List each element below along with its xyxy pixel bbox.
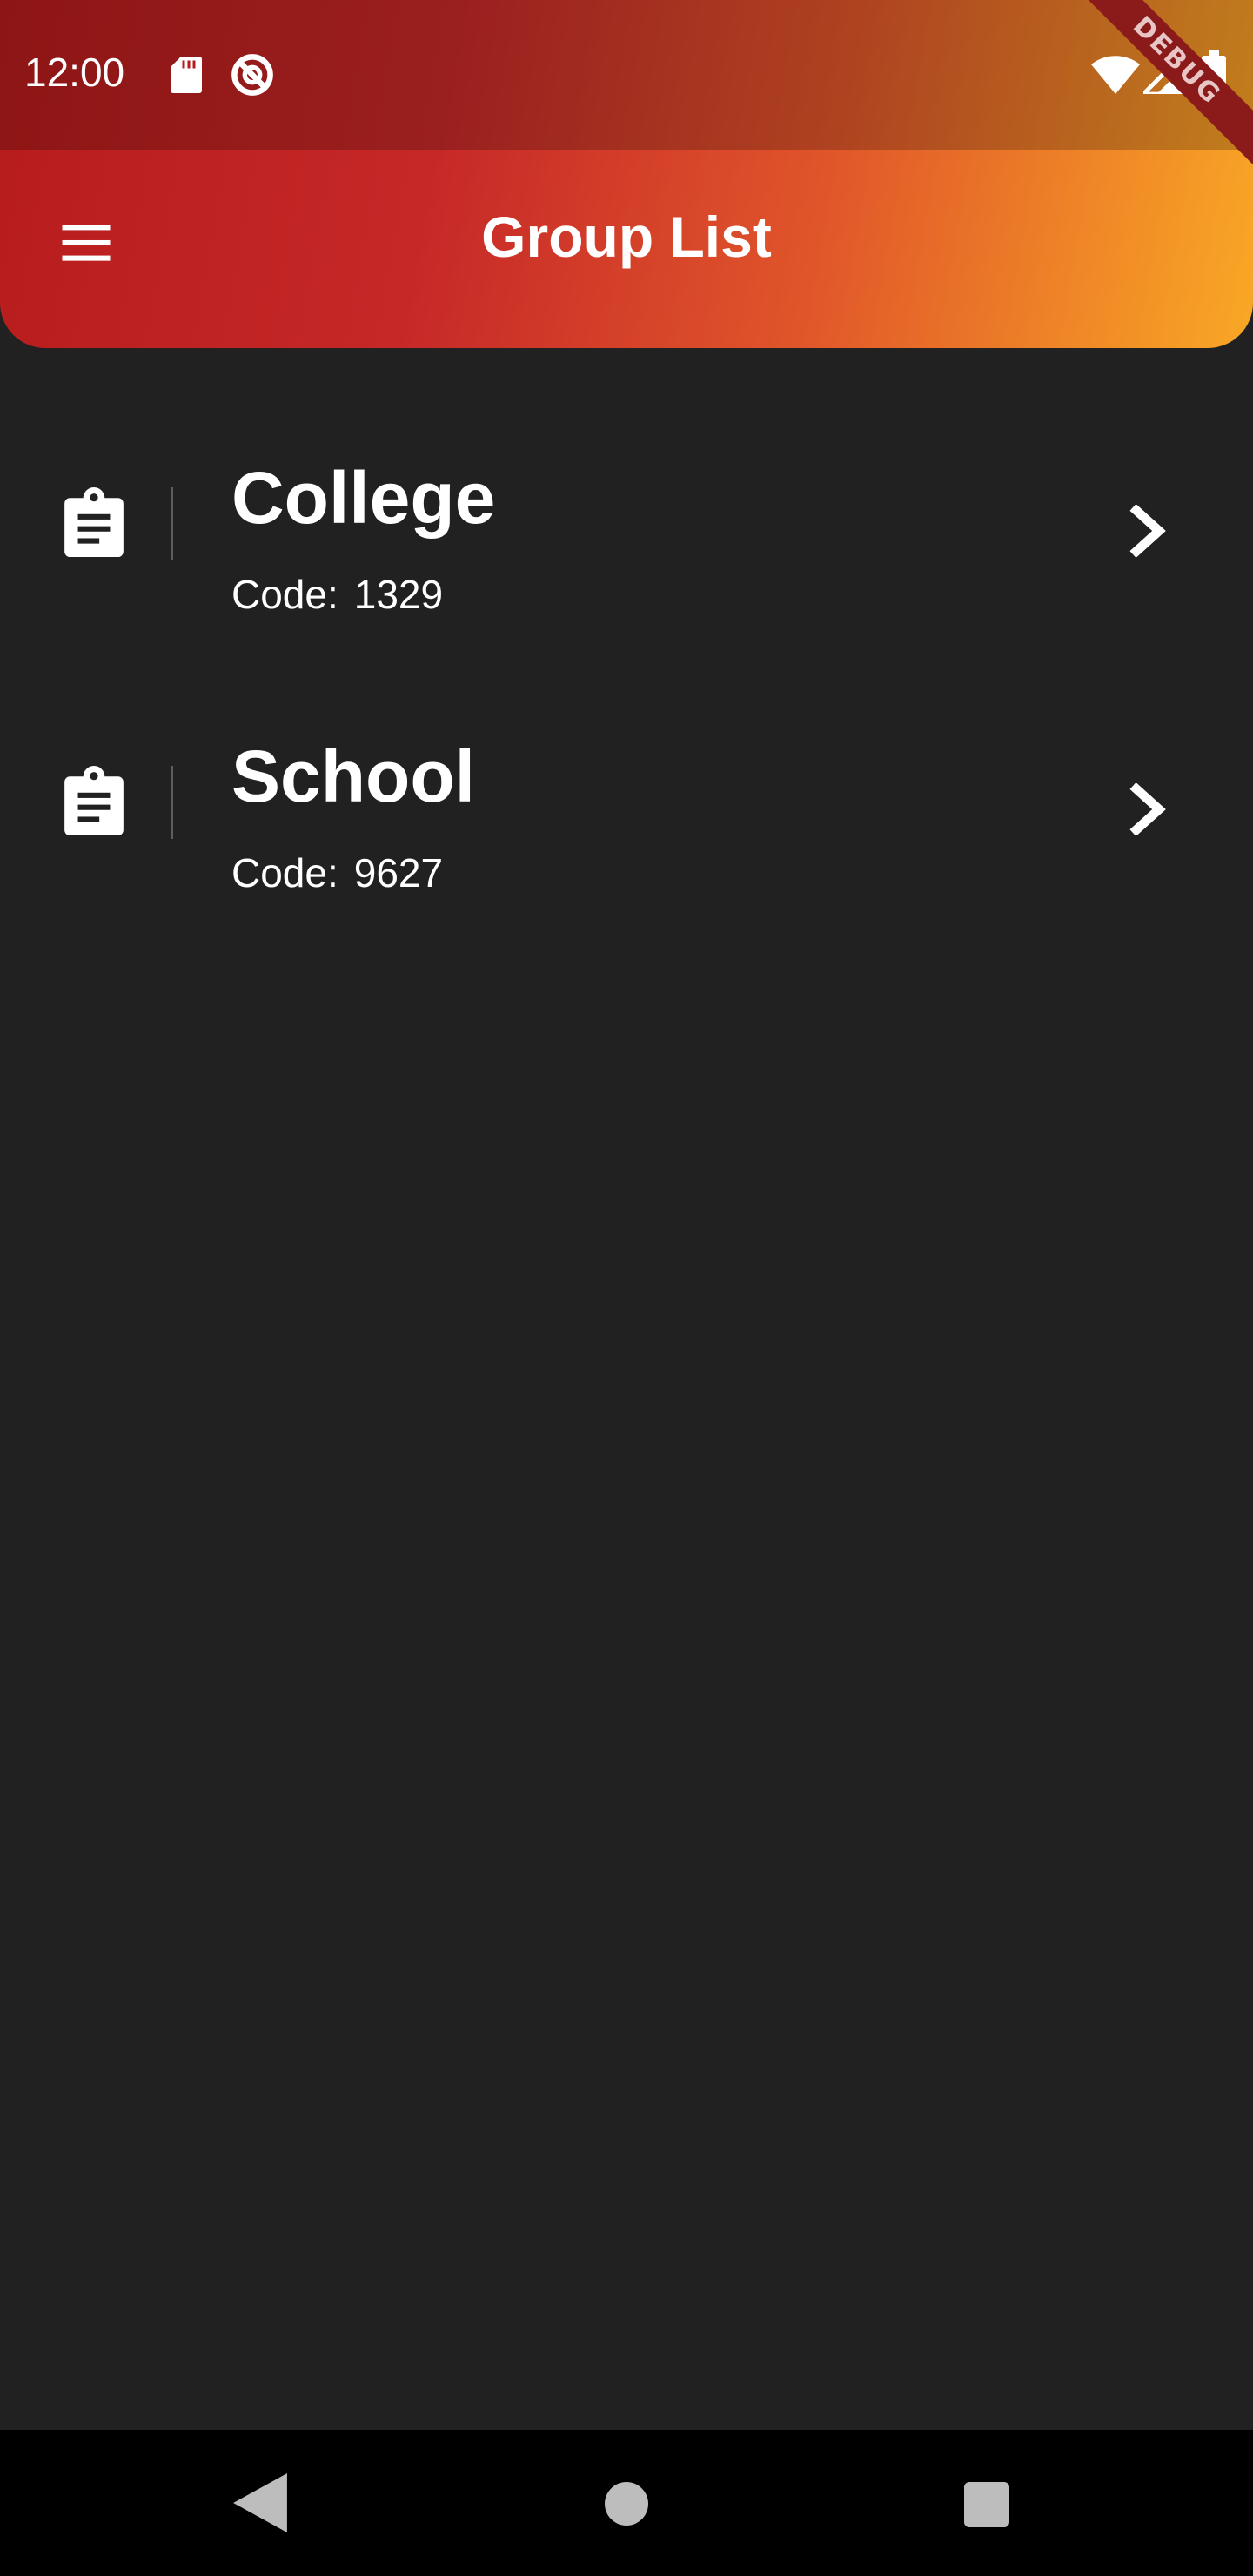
screen: 12:00 Group List DEBUG College Code: 132… xyxy=(0,0,1253,2576)
item-divider xyxy=(171,766,173,839)
code-value: 1329 xyxy=(353,572,444,617)
list-item-college[interactable]: College Code: 1329 xyxy=(0,418,1253,696)
sd-card-icon xyxy=(171,57,202,93)
item-leading xyxy=(61,487,139,574)
list-item-school[interactable]: School Code: 9627 xyxy=(0,696,1253,975)
wifi-icon xyxy=(1091,56,1140,94)
sync-disabled-icon xyxy=(231,54,273,96)
group-name: School xyxy=(231,735,476,817)
code-label: Code: xyxy=(231,572,338,617)
group-code: Code: 1329 xyxy=(231,571,443,618)
item-leading xyxy=(61,766,139,853)
status-bar: 12:00 xyxy=(0,0,1253,150)
group-code: Code: 9627 xyxy=(231,849,443,896)
clipboard-icon xyxy=(64,766,124,835)
app-bar: Group List xyxy=(0,150,1253,348)
item-divider xyxy=(171,487,173,560)
back-icon[interactable] xyxy=(233,2473,287,2532)
group-list: College Code: 1329 School Code: 9627 xyxy=(0,418,1253,975)
page-title: Group List xyxy=(481,205,772,269)
group-name: College xyxy=(231,457,496,539)
header: 12:00 Group List DEBUG xyxy=(0,0,1253,348)
system-nav-bar xyxy=(0,2430,1253,2576)
chevron-right-icon[interactable] xyxy=(1122,783,1169,835)
chevron-right-icon[interactable] xyxy=(1122,505,1169,557)
code-label: Code: xyxy=(231,850,338,896)
code-value: 9627 xyxy=(353,850,444,896)
recents-icon[interactable] xyxy=(964,2482,1009,2527)
home-icon[interactable] xyxy=(605,2482,648,2526)
status-time: 12:00 xyxy=(24,50,125,95)
clipboard-icon xyxy=(64,487,124,557)
